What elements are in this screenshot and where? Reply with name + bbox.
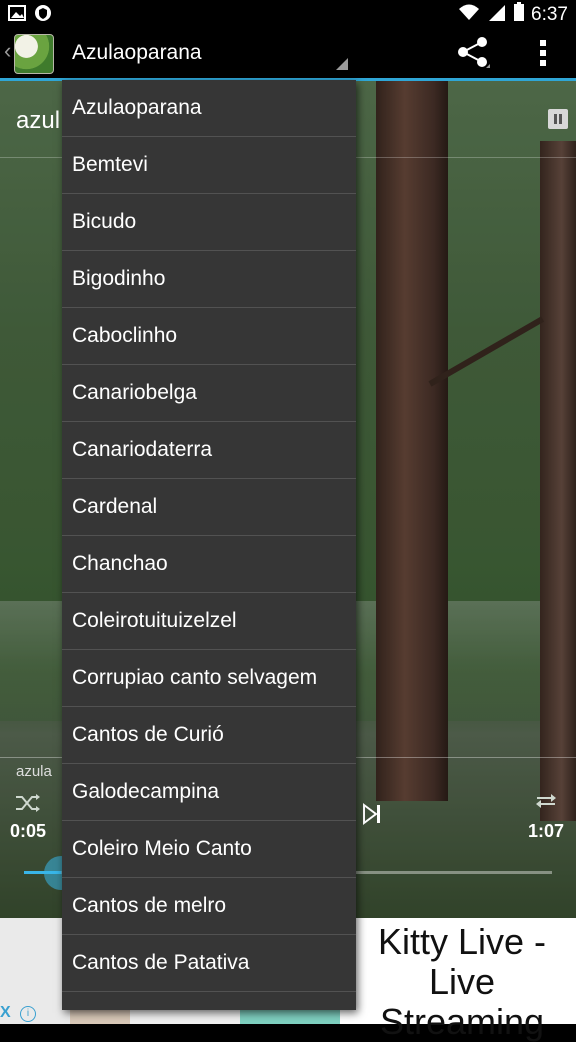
image-notification-icon bbox=[8, 4, 26, 22]
song-title: azul bbox=[16, 107, 61, 134]
ad-headline[interactable]: Kitty Live - Live Streaming bbox=[362, 922, 562, 1042]
battery-icon bbox=[513, 2, 525, 27]
ad-info-icon[interactable]: i bbox=[20, 1006, 36, 1022]
dropdown-item[interactable]: Coleirotuituizelzel bbox=[62, 593, 356, 650]
dropdown-item[interactable]: Cardenal bbox=[62, 479, 356, 536]
spinner-title[interactable]: Azulaoparana bbox=[72, 41, 202, 65]
total-time: 1:07 bbox=[528, 821, 565, 841]
current-time: 0:05 bbox=[10, 821, 47, 841]
song-subtitle: azula bbox=[16, 763, 52, 780]
dropdown-item[interactable]: Corrupiao canto selvagem bbox=[62, 650, 356, 707]
song-dropdown: Azulaoparana Bemtevi Bicudo Bigodinho Ca… bbox=[62, 80, 356, 1010]
overflow-menu-icon[interactable] bbox=[538, 38, 548, 68]
ad-close-icon[interactable]: X bbox=[0, 1004, 11, 1022]
dropdown-item[interactable]: Cantos de Patativa bbox=[62, 935, 356, 992]
wifi-icon bbox=[457, 2, 481, 27]
clock: 6:37 bbox=[531, 3, 568, 25]
dropdown-item[interactable]: Galodecampina bbox=[62, 764, 356, 821]
app-icon[interactable] bbox=[14, 34, 54, 74]
dropdown-item[interactable]: Chanchao bbox=[62, 536, 356, 593]
repeat-icon[interactable] bbox=[532, 790, 560, 812]
signal-icon bbox=[487, 2, 507, 27]
status-bar: 6:37 bbox=[0, 0, 576, 26]
dropdown-item[interactable]: Bicudo bbox=[62, 194, 356, 251]
dropdown-item[interactable]: Canariobelga bbox=[62, 365, 356, 422]
dropdown-item[interactable]: Cantos de Curió bbox=[62, 707, 356, 764]
pause-icon[interactable] bbox=[548, 109, 568, 129]
dropdown-item[interactable]: Canariodaterra bbox=[62, 422, 356, 479]
shield-icon bbox=[34, 4, 52, 22]
up-chevron-icon[interactable]: ‹ bbox=[4, 40, 11, 62]
shuffle-icon[interactable] bbox=[14, 792, 42, 814]
spinner-arrow-icon[interactable] bbox=[336, 58, 348, 70]
dropdown-item[interactable]: Bemtevi bbox=[62, 137, 356, 194]
next-track-icon[interactable] bbox=[362, 803, 382, 825]
dropdown-item[interactable]: Caboclinho bbox=[62, 308, 356, 365]
dropdown-item[interactable]: Cantos de melro bbox=[62, 878, 356, 935]
dropdown-item[interactable]: Bigodinho bbox=[62, 251, 356, 308]
dropdown-item[interactable]: Azulaoparana bbox=[62, 80, 356, 137]
dropdown-item[interactable]: Coleiro Meio Canto bbox=[62, 821, 356, 878]
share-icon[interactable] bbox=[456, 36, 492, 70]
